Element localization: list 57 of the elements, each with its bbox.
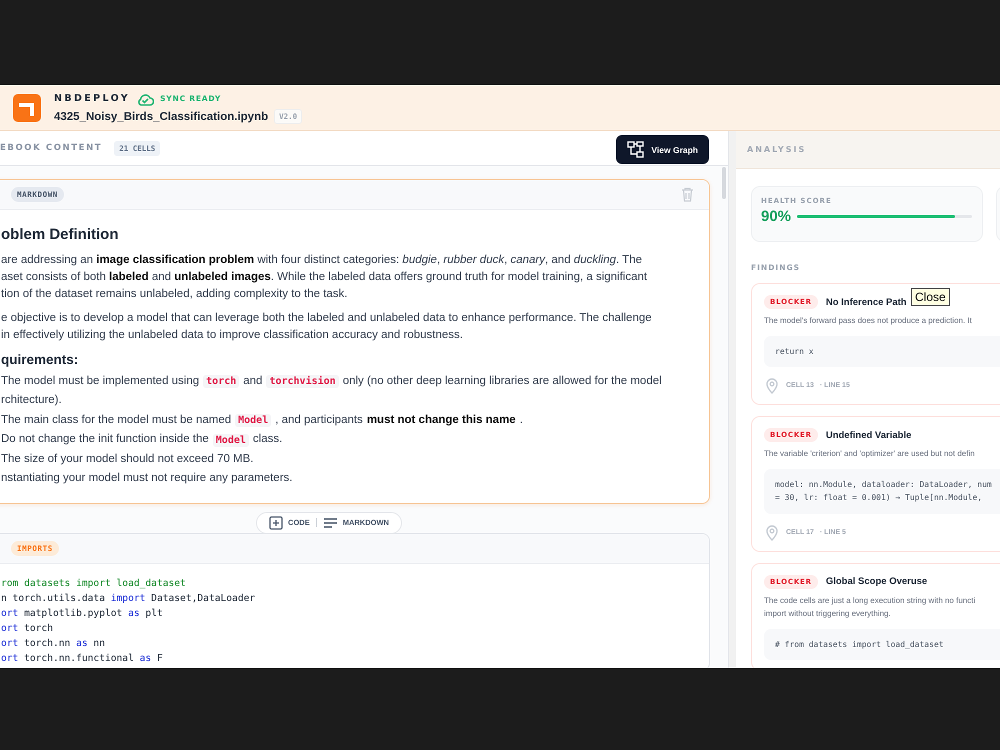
app-name: NBDEPLOY xyxy=(54,93,130,104)
list-text: . xyxy=(520,412,523,428)
code-line: ort matplotlib.pyplot as plt xyxy=(1,606,164,621)
panel-title: ANALYSIS xyxy=(736,131,1000,169)
inline-code: torch xyxy=(203,375,240,388)
code-line: ort torch xyxy=(1,622,54,636)
code-line: model: nn.Module, dataloader: DataLoader, num xyxy=(775,478,993,490)
finding-title: No Inference Path xyxy=(826,296,907,308)
graph-icon xyxy=(627,141,644,158)
code-line: = 30, lr: float = 0.001) → Tuple[nn.Module, xyxy=(775,492,984,504)
bold-text: must not change this name xyxy=(366,412,516,428)
paragraph-line: in effectively utilizing the unlabeled data to improve classification accuracy and robustness. xyxy=(1,328,464,344)
code-line: # from datasets import load_dataset xyxy=(775,638,945,651)
list-text: The main class for the model must be named xyxy=(1,412,232,428)
finding-title: Undefined Variable xyxy=(826,430,912,440)
code-line: rom datasets import load_dataset xyxy=(1,576,187,591)
tooltip: Close xyxy=(911,288,950,306)
code-line: ort torch.nn.functional as F xyxy=(1,652,164,666)
lines-icon xyxy=(322,516,338,529)
logo-icon xyxy=(13,94,41,122)
inline-code: Model xyxy=(235,414,272,428)
notebook-cell[interactable] xyxy=(0,179,710,504)
cell-subheading: quirements: xyxy=(1,352,80,367)
paragraph-line: e objective is to develop a model that can leverage both the labeled and unlabeled data to enhance performance. The challenge xyxy=(1,311,653,326)
finding-description: The model's forward pass does not produce a prediction. It xyxy=(764,315,973,327)
paragraph-line: tion of the dataset remains unlabeled, adding complexity to the task. xyxy=(1,286,348,302)
paragraph-line: aset consists of both labeled and unlabeled images. While the labeled data offers ground truth for model training, a significant xyxy=(1,270,648,285)
list-text: nstantiating your model must not require any parameters. xyxy=(1,471,292,486)
view-graph-button[interactable]: View Graph xyxy=(616,135,709,164)
health-score-value: 90% xyxy=(761,208,792,225)
finding-description: import without triggering everything. xyxy=(764,608,892,620)
paragraph-line: are addressing an image classification problem with four distinct categories: budgie, rubber duck, canary, and duckling. The xyxy=(1,253,643,268)
location-pin-icon xyxy=(764,524,780,540)
list-text: Do not change the init function inside the xyxy=(1,432,209,448)
pane-splitter[interactable] xyxy=(728,131,736,668)
list-text: The model must be implemented using xyxy=(1,374,200,389)
inline-code: torchvision xyxy=(266,375,339,388)
list-text: rchitecture). xyxy=(1,393,62,408)
code-line: n torch.utils.data import Dataset,DataLoader xyxy=(1,592,256,606)
list-text: and xyxy=(243,374,262,389)
finding-description: The variable 'criterion' and 'optimizer' are used but not defin xyxy=(764,448,976,460)
inline-code: Model xyxy=(212,434,249,447)
cell-heading: oblem Definition xyxy=(1,226,120,243)
code-line: ort torch.nn as nn xyxy=(1,636,106,651)
list-text: class. xyxy=(252,432,282,448)
plus-icon xyxy=(269,516,284,530)
finding-description: The code cells are just a long execution string with no functi xyxy=(764,594,976,607)
file-name: 4325_Noisy_Birds_Classification.ipynb xyxy=(54,110,268,122)
list-text: The size of your model should not exceed 70 MB. xyxy=(1,452,254,467)
location-pin-icon xyxy=(764,377,780,394)
scrollbar-thumb[interactable] xyxy=(722,167,726,199)
trash-icon[interactable] xyxy=(680,187,695,202)
list-text: , and participants xyxy=(275,412,363,428)
list-text: only (no other deep learning libraries are allowed for the model xyxy=(342,374,662,389)
code-line: return x xyxy=(775,346,815,358)
section-title: EBOOK CONTENT xyxy=(0,143,102,153)
finding-title: Global Scope Overuse xyxy=(826,576,928,587)
